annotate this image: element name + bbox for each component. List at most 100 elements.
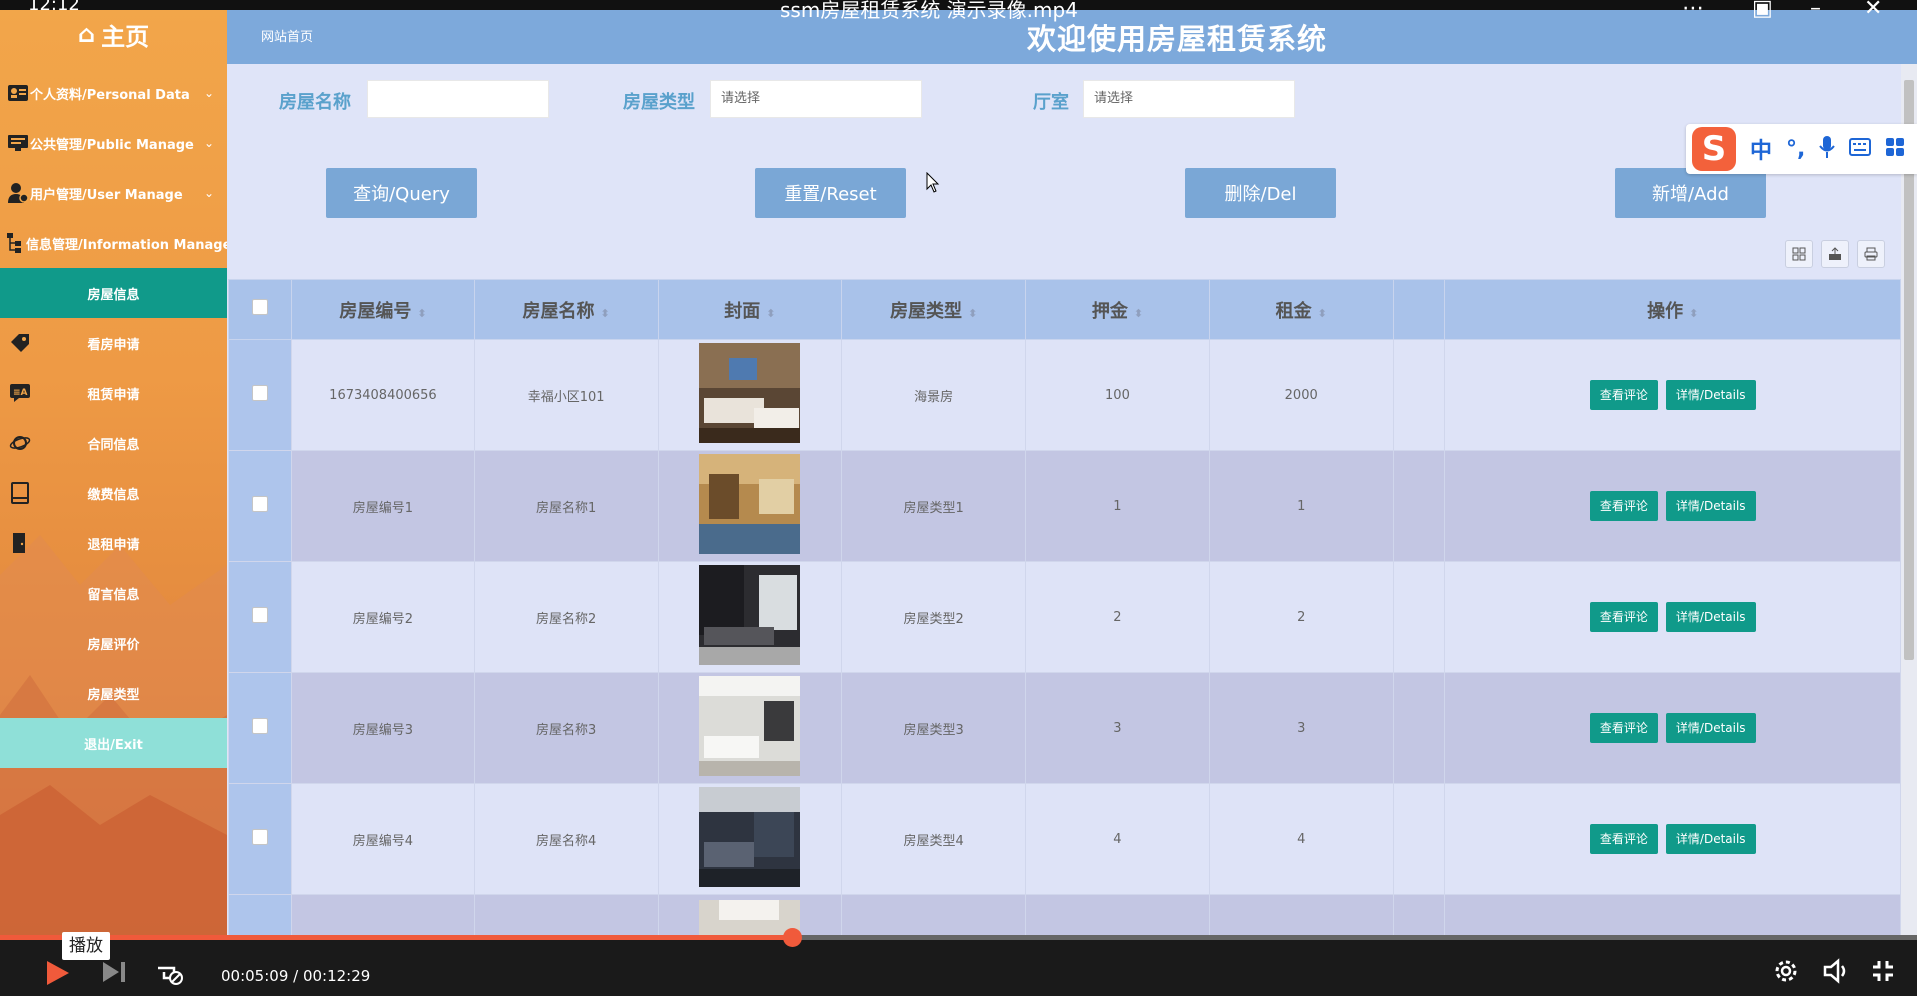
scrollbar[interactable] bbox=[1901, 64, 1917, 935]
column-header-type[interactable]: 房屋类型 ⬍ bbox=[841, 279, 1027, 340]
sidebar-item-checkout-request[interactable]: 退租申请 bbox=[0, 518, 227, 568]
row-checkbox[interactable] bbox=[252, 829, 269, 845]
sidebar-item-viewing-request[interactable]: 看房申请 bbox=[0, 318, 227, 368]
monitor-icon bbox=[6, 131, 30, 155]
column-header-actions[interactable]: 操作 ⬍ bbox=[1444, 279, 1901, 340]
house-type-select[interactable]: 请选择 bbox=[710, 80, 922, 118]
cover-image[interactable] bbox=[699, 454, 801, 554]
sidebar-item-exit[interactable]: 退出/Exit bbox=[0, 718, 227, 768]
query-button[interactable]: 查询/Query bbox=[326, 168, 477, 218]
keyboard-icon[interactable] bbox=[1849, 138, 1872, 160]
home-label: 主页 bbox=[101, 22, 150, 51]
cell-name: 房屋名称2 bbox=[473, 561, 659, 673]
minimize-icon[interactable]: – bbox=[1810, 0, 1821, 21]
picture-in-picture-icon[interactable]: ▣ bbox=[1752, 0, 1773, 21]
column-header-label: 房屋名称 bbox=[522, 300, 595, 322]
column-header-label: 房屋编号 bbox=[339, 300, 412, 322]
cell-name: 幸福小区101 bbox=[473, 339, 659, 451]
sidebar-item-label: 房屋评价 bbox=[87, 637, 140, 653]
cell-actions: 查看评论 详情/Details bbox=[1444, 783, 1901, 895]
row-checkbox[interactable] bbox=[252, 496, 269, 512]
room-select[interactable]: 请选择 bbox=[1083, 80, 1295, 118]
column-header-name[interactable]: 房屋名称 ⬍ bbox=[473, 279, 659, 340]
select-all-checkbox[interactable] bbox=[252, 299, 269, 315]
row-select-cell bbox=[228, 339, 293, 451]
loop-off-icon[interactable] bbox=[152, 958, 186, 992]
play-icon[interactable] bbox=[42, 958, 72, 992]
sidebar-item-label: 合同信息 bbox=[87, 437, 140, 453]
cell-type: 房屋类型4 bbox=[841, 783, 1027, 895]
cover-image[interactable] bbox=[699, 676, 801, 776]
column-header-id[interactable]: 房屋编号 ⬍ bbox=[291, 279, 475, 340]
cell-deposit: 1 bbox=[1025, 450, 1210, 562]
breadcrumb[interactable]: 网站首页 bbox=[261, 26, 313, 45]
more-options-icon[interactable]: ⋯ bbox=[1682, 0, 1704, 21]
details-button[interactable]: 详情/Details bbox=[1665, 491, 1756, 521]
sidebar-group-user-manage[interactable]: 用户管理/User Manage ⌄ bbox=[0, 168, 227, 218]
volume-icon[interactable] bbox=[1822, 958, 1850, 988]
cover-image[interactable] bbox=[699, 565, 801, 665]
cell-actions bbox=[1444, 894, 1901, 935]
chevron-down-icon: ⌄ bbox=[203, 136, 215, 150]
view-comments-button[interactable]: 查看评论 bbox=[1589, 824, 1658, 854]
clock-text: 12:12 bbox=[28, 0, 80, 15]
row-checkbox[interactable] bbox=[252, 607, 269, 623]
sidebar-item-messages[interactable]: 留言信息 bbox=[0, 568, 227, 618]
sidebar: ⌂ 主页 个人资料/Personal Data ⌄ 公共管理/Public Ma… bbox=[0, 0, 227, 935]
row-select-cell bbox=[228, 561, 293, 673]
ime-punctuation-toggle[interactable]: °, bbox=[1786, 137, 1805, 162]
table-row: 房屋编号2 房屋名称2 房屋类型2 2 2 查看评论 详情/Details bbox=[228, 561, 1901, 673]
details-button[interactable]: 详情/Details bbox=[1665, 713, 1756, 743]
details-button[interactable]: 详情/Details bbox=[1665, 602, 1756, 632]
sidebar-item-contract-info[interactable]: 合同信息 bbox=[0, 418, 227, 468]
view-comments-button[interactable]: 查看评论 bbox=[1589, 380, 1658, 410]
sidebar-group-personal-data[interactable]: 个人资料/Personal Data ⌄ bbox=[0, 68, 227, 118]
house-name-label: 房屋名称 bbox=[279, 92, 351, 113]
house-name-input[interactable] bbox=[367, 80, 549, 118]
microphone-icon[interactable] bbox=[1819, 135, 1836, 163]
sidebar-item-house-review[interactable]: 房屋评价 bbox=[0, 618, 227, 668]
progress-track[interactable] bbox=[0, 928, 1917, 947]
exit-fullscreen-icon[interactable] bbox=[1870, 958, 1896, 988]
sidebar-group-label: 用户管理/User Manage bbox=[30, 187, 183, 203]
view-comments-button[interactable]: 查看评论 bbox=[1589, 602, 1658, 632]
row-checkbox[interactable] bbox=[252, 718, 269, 734]
video-control-bar bbox=[0, 935, 1917, 996]
cover-image[interactable] bbox=[699, 343, 801, 443]
details-button[interactable]: 详情/Details bbox=[1665, 824, 1756, 854]
sort-icon: ⬍ bbox=[766, 306, 776, 320]
sidebar-item-rental-request[interactable]: ≡A 租赁申请 bbox=[0, 368, 227, 418]
columns-icon[interactable] bbox=[1785, 240, 1813, 268]
sidebar-item-payment-info[interactable]: 缴费信息 bbox=[0, 468, 227, 518]
column-header-deposit[interactable]: 押金 ⬍ bbox=[1025, 279, 1210, 340]
column-header-cover[interactable]: 封面 ⬍ bbox=[657, 279, 843, 340]
close-icon[interactable]: ✕ bbox=[1864, 0, 1882, 21]
add-button[interactable]: 新增/Add bbox=[1615, 168, 1766, 218]
table-toolbar bbox=[1785, 240, 1885, 268]
print-icon[interactable] bbox=[1857, 240, 1885, 268]
sidebar-group-public-manage[interactable]: 公共管理/Public Manage ⌄ bbox=[0, 118, 227, 168]
apps-grid-icon[interactable] bbox=[1885, 137, 1905, 161]
sidebar-item-house-info[interactable]: 房屋信息 bbox=[0, 268, 227, 318]
row-checkbox[interactable] bbox=[252, 385, 269, 401]
cell-type bbox=[841, 894, 1027, 935]
next-icon[interactable] bbox=[100, 958, 128, 990]
sogou-logo-icon[interactable]: S bbox=[1692, 127, 1736, 171]
details-button[interactable]: 详情/Details bbox=[1665, 380, 1756, 410]
column-header-rent[interactable]: 租金 ⬍ bbox=[1208, 279, 1394, 340]
house-type-label: 房屋类型 bbox=[623, 92, 695, 113]
view-comments-button[interactable]: 查看评论 bbox=[1589, 491, 1658, 521]
sort-icon: ⬍ bbox=[1689, 306, 1699, 320]
ime-language-toggle[interactable]: 中 bbox=[1750, 133, 1772, 165]
view-comments-button[interactable]: 查看评论 bbox=[1589, 713, 1658, 743]
delete-button[interactable]: 删除/Del bbox=[1185, 168, 1336, 218]
settings-gear-icon[interactable] bbox=[1773, 958, 1799, 988]
export-icon[interactable] bbox=[1821, 240, 1849, 268]
cover-image[interactable] bbox=[699, 787, 801, 887]
progress-knob[interactable] bbox=[782, 928, 802, 947]
reset-button[interactable]: 重置/Reset bbox=[755, 168, 906, 218]
cell-rent: 4 bbox=[1208, 783, 1394, 895]
sidebar-item-house-type[interactable]: 房屋类型 bbox=[0, 668, 227, 718]
cell-cover bbox=[657, 450, 843, 562]
sidebar-group-information-manage[interactable]: 信息管理/Information Manage ⌄ bbox=[0, 218, 227, 268]
